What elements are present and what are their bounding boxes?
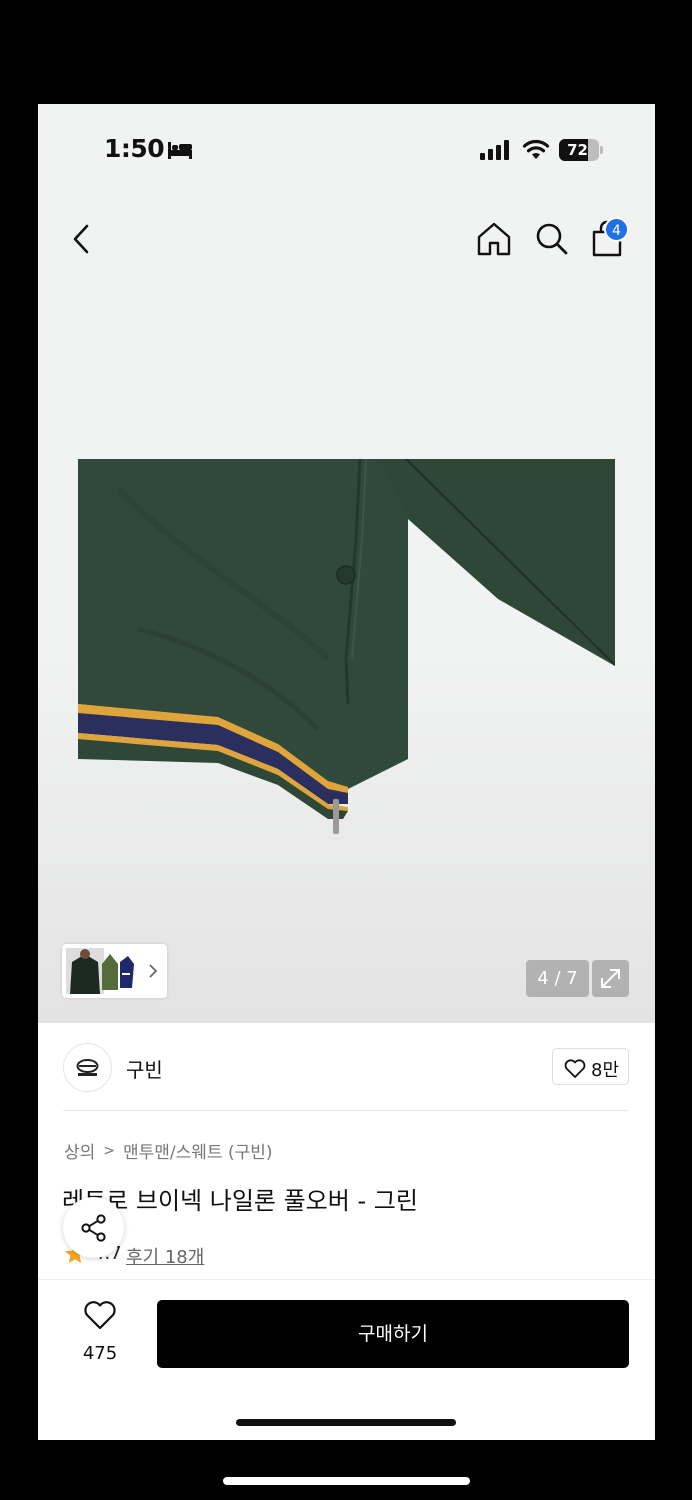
brand-name[interactable]: 구빈	[126, 1054, 163, 1083]
bottom-action-bar: 475 구매하기	[38, 1279, 655, 1440]
chevron-right-icon[interactable]	[147, 962, 159, 980]
heart-icon	[564, 1059, 586, 1078]
sleep-mode-icon	[168, 142, 192, 159]
battery-percent: 72	[567, 141, 588, 159]
search-icon[interactable]	[534, 221, 570, 257]
battery-icon: 72	[559, 139, 603, 161]
brand-row[interactable]: 구빈 8만	[38, 1023, 655, 1111]
share-button[interactable]	[63, 1197, 124, 1258]
expand-icon	[601, 969, 620, 988]
expand-button[interactable]	[592, 960, 629, 997]
thumbnail-strip[interactable]	[62, 944, 167, 998]
wifi-icon	[522, 139, 550, 159]
breadcrumb-category[interactable]: 상의	[64, 1143, 95, 1163]
chevron-right-icon: >	[103, 1142, 116, 1159]
product-photo	[78, 459, 615, 834]
image-counter: 4 / 7	[526, 960, 589, 997]
buy-button[interactable]: 구매하기	[157, 1300, 629, 1368]
brand-like-button[interactable]: 8만	[552, 1048, 629, 1085]
status-time: 1:50	[104, 134, 165, 163]
breadcrumb: 상의 > 맨투맨/스웨트 (구빈)	[64, 1138, 273, 1164]
cellular-signal-icon	[480, 140, 509, 160]
cart-count-badge: 4	[604, 217, 629, 242]
divider	[63, 1110, 629, 1111]
back-arrow-icon[interactable]	[70, 222, 94, 256]
breadcrumb-subcategory[interactable]: 맨투맨/스웨트 (구빈)	[123, 1143, 273, 1163]
status-bar: 1:50 72	[38, 104, 655, 196]
brand-like-count: 8만	[591, 1060, 620, 1081]
brand-logo[interactable]	[63, 1043, 112, 1092]
phone-screen: 1:50 72 4 4 / 7 구빈 8만 상의 > 맨투맨/스웨트 (구빈) …	[38, 104, 655, 1440]
home-icon[interactable]	[476, 221, 512, 257]
outer-home-indicator	[223, 1477, 470, 1485]
wishlist-count: 475	[82, 1343, 118, 1364]
thumbnail-images	[66, 948, 134, 994]
share-icon	[81, 1214, 106, 1242]
brand-logo-mark	[76, 1059, 99, 1076]
wishlist-button[interactable]: 475	[78, 1300, 122, 1364]
heart-icon	[84, 1301, 116, 1330]
home-indicator[interactable]	[236, 1419, 456, 1426]
review-count-link[interactable]: 후기 18개	[126, 1243, 204, 1269]
